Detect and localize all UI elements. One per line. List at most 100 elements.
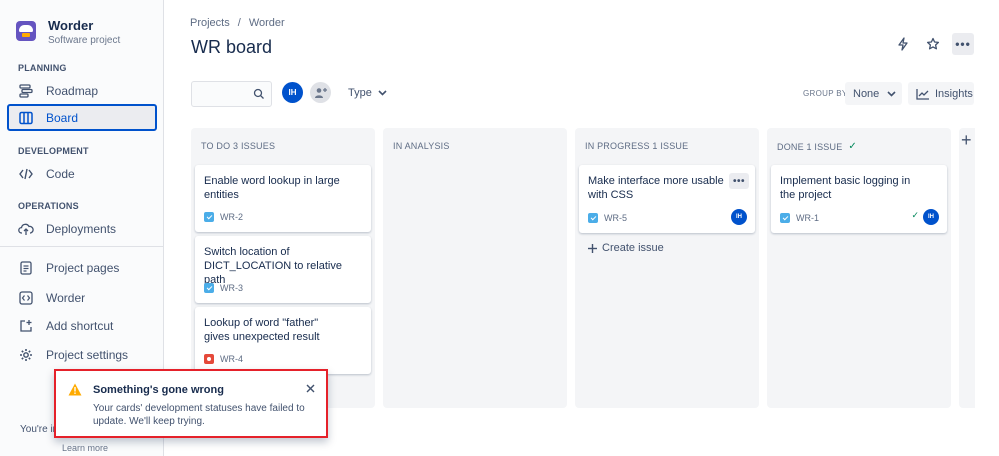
card-summary: Lookup of word "father" gives unexpected… <box>204 317 320 343</box>
sidebar-item-project-pages[interactable]: Project pages <box>7 254 157 281</box>
column-title-text: IN ANALYSIS <box>393 141 450 151</box>
column-in-analysis: IN ANALYSIS <box>383 128 567 408</box>
column-title-text: TO DO 3 ISSUES <box>201 141 276 151</box>
sidebar-item-board[interactable]: Board <box>7 104 157 131</box>
card-summary: Make interface more usable with CSS <box>588 175 724 201</box>
card-more-button[interactable]: ••• <box>729 173 749 189</box>
card-key: WR-2 <box>204 212 243 222</box>
code-box-icon <box>18 290 34 306</box>
insights-button[interactable]: Insights <box>908 82 974 105</box>
sidebar-footer-text: You're in <box>20 424 59 435</box>
card-key: WR-4 <box>204 354 243 364</box>
sidebar-item-add-shortcut[interactable]: Add shortcut <box>7 312 157 339</box>
task-type-icon <box>588 213 598 223</box>
sidebar-item-label: Worder <box>46 290 86 305</box>
chevron-down-icon <box>378 90 387 96</box>
group-by-label: GROUP BY <box>803 89 848 98</box>
search-field[interactable] <box>191 81 272 107</box>
card-key: WR-5 <box>588 213 627 223</box>
search-input[interactable] <box>192 82 252 106</box>
more-actions-button[interactable]: ••• <box>952 33 974 55</box>
column-title: IN ANALYSIS <box>393 141 450 151</box>
assignee-avatar[interactable]: IH <box>923 209 939 225</box>
star-button[interactable] <box>922 33 944 55</box>
more-icon: ••• <box>955 37 971 51</box>
card-summary: Implement basic logging in the project <box>780 175 911 201</box>
cloud-upload-icon <box>18 221 34 237</box>
page-icon <box>18 260 34 276</box>
sidebar-item-worder[interactable]: Worder <box>7 284 157 311</box>
type-filter-dropdown[interactable]: Type <box>348 87 387 99</box>
section-planning: PLANNING <box>18 63 67 73</box>
task-type-icon <box>204 283 214 293</box>
column-todo: TO DO 3 ISSUES Enable word lookup in lar… <box>191 128 375 408</box>
close-button[interactable] <box>306 382 315 396</box>
bug-type-icon <box>204 354 214 364</box>
sidebar-item-project-settings[interactable]: Project settings <box>7 341 157 368</box>
page-title: WR board <box>191 37 273 57</box>
error-flag: Something's gone wrong Your cards' devel… <box>54 369 328 438</box>
issue-card[interactable]: Lookup of word "father" gives unexpected… <box>195 307 371 374</box>
sidebar-item-label: Board <box>46 110 79 125</box>
column-title: IN PROGRESS 1 ISSUE <box>585 141 688 151</box>
card-key-text: WR-3 <box>220 283 243 293</box>
create-issue-label: Create issue <box>602 242 664 254</box>
code-icon <box>18 166 34 182</box>
issue-card[interactable]: Make interface more usable with CSS ••• … <box>579 165 755 233</box>
sidebar-item-label: Project pages <box>46 260 120 275</box>
issue-card[interactable]: Implement basic logging in the project W… <box>771 165 947 233</box>
assignee-avatar[interactable]: IH <box>731 209 747 225</box>
breadcrumb-worder[interactable]: Worder <box>249 17 285 29</box>
card-key-text: WR-1 <box>796 213 819 223</box>
card-key: WR-3 <box>204 283 243 293</box>
star-icon <box>926 37 940 50</box>
column-title-text: DONE 1 ISSUE <box>777 141 843 152</box>
column-in-progress: IN PROGRESS 1 ISSUE Make interface more … <box>575 128 759 408</box>
more-icon: ••• <box>732 175 745 187</box>
roadmap-icon <box>18 83 34 99</box>
add-column-button[interactable]: + <box>959 128 975 408</box>
header-actions: ••• <box>892 33 974 55</box>
flag-message: Your cards' development statuses have fa… <box>93 403 305 427</box>
group-by-value: None <box>853 87 880 100</box>
plus-icon <box>588 243 597 253</box>
learn-more-link[interactable]: Learn more <box>62 443 108 453</box>
group-by-select[interactable]: None <box>845 82 902 105</box>
card-key: WR-1 <box>780 213 819 223</box>
type-filter-label: Type <box>348 87 372 99</box>
sidebar-item-label: Code <box>46 166 75 181</box>
issue-card[interactable]: Enable word lookup in large entities WR-… <box>195 165 371 232</box>
breadcrumb-projects[interactable]: Projects <box>190 17 230 29</box>
sidebar-item-label: Deployments <box>46 221 117 236</box>
breadcrumb-separator: / <box>237 17 241 29</box>
card-key-text: WR-2 <box>220 212 243 222</box>
issue-card[interactable]: Switch location of DICT_LOCATION to rela… <box>195 236 371 303</box>
warning-icon <box>68 383 82 399</box>
avatar-filter[interactable]: IH <box>282 82 303 103</box>
search-icon <box>253 87 265 103</box>
sidebar-divider <box>0 246 164 247</box>
sidebar-item-code[interactable]: Code <box>7 160 157 187</box>
column-done: DONE 1 ISSUE ✓ Implement basic logging i… <box>767 128 951 408</box>
task-type-icon <box>780 213 790 223</box>
done-check-icon: ✓ <box>911 210 919 220</box>
card-summary: Enable word lookup in large entities <box>204 175 340 201</box>
add-people-button[interactable] <box>310 82 331 103</box>
sidebar-item-label: Roadmap <box>46 83 99 98</box>
sidebar-item-label: Add shortcut <box>46 318 114 333</box>
project-header[interactable]: Worder Software project <box>16 18 120 48</box>
insights-label: Insights <box>935 87 973 100</box>
project-name: Worder <box>48 18 94 33</box>
create-issue-button[interactable]: Create issue <box>588 242 664 254</box>
add-shortcut-icon <box>18 318 34 334</box>
breadcrumb: Projects / Worder <box>190 17 285 29</box>
column-title-text: IN PROGRESS 1 ISSUE <box>585 141 689 151</box>
sidebar-item-roadmap[interactable]: Roadmap <box>7 77 157 104</box>
flag-title: Something's gone wrong <box>93 384 224 396</box>
column-title: TO DO 3 ISSUES <box>201 141 275 151</box>
automation-button[interactable] <box>892 33 914 55</box>
sidebar-item-deployments[interactable]: Deployments <box>7 215 157 242</box>
project-logo-icon <box>16 21 36 41</box>
card-key-text: WR-5 <box>604 213 627 223</box>
sidebar-item-label: Project settings <box>46 347 129 362</box>
